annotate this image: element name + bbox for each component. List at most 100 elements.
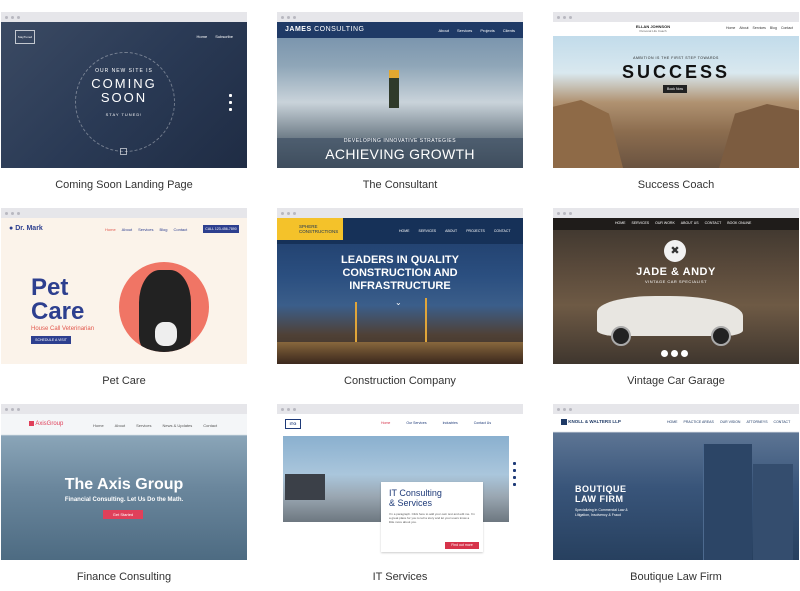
template-caption[interactable]: Boutique Law Firm xyxy=(553,570,799,584)
instagram-icon xyxy=(681,350,688,357)
brand-name: KNOLL & WALTERS LLP xyxy=(568,419,621,425)
site-nav: HOME PRACTICE AREAS OUR VISION ATTORNEYS… xyxy=(667,420,790,424)
site-nav: HOME SERVICES ABOUT PROJECTS CONTACT xyxy=(399,229,511,233)
skyscraper xyxy=(753,464,793,560)
template-preview[interactable]: JAMES CONSULTING About Services Projects… xyxy=(277,12,523,168)
nav-item: SERVICES xyxy=(631,221,650,225)
template-preview[interactable]: StayTuned Home Subscribe OUR NEW SITE IS… xyxy=(1,12,247,168)
template-card-pet-care[interactable]: ● Dr. Mark Home About Services Blog Cont… xyxy=(1,208,247,388)
template-preview[interactable]: AxisGroup Home About Services News & Upd… xyxy=(1,404,247,560)
nav-item: Services xyxy=(136,423,152,428)
book-now-button: Book Now xyxy=(663,85,687,93)
site-nav: HOME SERVICES OUR WORK ABOUT US CONTACT … xyxy=(615,221,751,225)
template-preview[interactable]: ● Dr. Mark Home About Services Blog Cont… xyxy=(1,208,247,364)
headline-line: Pet xyxy=(31,274,69,301)
nav-item: Clients xyxy=(502,28,515,33)
phone-button: CALL 123-456-7890 xyxy=(203,225,239,233)
template-caption[interactable]: Coming Soon Landing Page xyxy=(1,178,247,192)
template-preview[interactable]: ITG Home Our Services Industries Contact… xyxy=(277,404,523,560)
hero-sub: Financial Consulting. Let Us Do the Math… xyxy=(64,497,184,503)
hero-eyebrow: AMBITION IS THE FIRST STEP TOWARDS xyxy=(633,56,719,60)
card-title-line: & Services xyxy=(389,498,433,508)
headline-line: BOUTIQUE xyxy=(575,484,627,494)
browser-chrome xyxy=(553,208,799,218)
nav-item: Contact Us xyxy=(473,421,492,425)
nav-item: PRACTICE AREAS xyxy=(683,420,714,424)
brand: JAMES CONSULTING xyxy=(285,26,364,33)
find-out-more-button: Find out more xyxy=(445,542,479,549)
brand: ● Dr. Mark xyxy=(9,225,43,232)
template-preview[interactable]: ELLAN JOHNSON Personal Life Coach Home A… xyxy=(553,12,799,168)
laptop xyxy=(285,474,325,500)
crane-right xyxy=(425,298,427,342)
cliff-right xyxy=(719,104,799,168)
template-card-law-firm[interactable]: KNOLL & WALTERS LLP HOME PRACTICE AREAS … xyxy=(553,404,799,584)
nav-item: Home xyxy=(196,34,208,39)
template-card-construction[interactable]: SPHERE CONSTRUCTIONS HOME SERVICES ABOUT… xyxy=(277,208,523,388)
brand-name: Dr. Mark xyxy=(15,225,43,232)
brand-strong: JAMES xyxy=(285,26,312,33)
template-preview[interactable]: KNOLL & WALTERS LLP HOME PRACTICE AREAS … xyxy=(553,404,799,560)
site-preview: KNOLL & WALTERS LLP HOME PRACTICE AREAS … xyxy=(553,414,799,560)
facebook-icon xyxy=(661,350,668,357)
nav-item: CONTACT xyxy=(704,221,722,225)
nav-item: Home xyxy=(93,423,104,428)
template-caption[interactable]: Vintage Car Garage xyxy=(553,374,799,388)
brand: AxisGroup xyxy=(29,421,63,427)
nav-item: Projects xyxy=(480,28,495,33)
nav-item: SERVICES xyxy=(418,229,437,233)
site-nav: Home Our Services Industries Contact Us xyxy=(381,421,491,425)
pinterest-icon xyxy=(671,350,678,357)
browser-chrome xyxy=(277,208,523,218)
site-nav: Home Subscribe xyxy=(197,34,233,39)
hero-headline: ACHIEVING GROWTH xyxy=(325,146,475,162)
template-card-finance[interactable]: AxisGroup Home About Services News & Upd… xyxy=(1,404,247,584)
dog-chest xyxy=(155,322,177,346)
nav-item: CONTACT xyxy=(773,420,791,424)
city-lights xyxy=(277,342,523,364)
hero-headline: The Axis Group xyxy=(64,476,184,493)
nav-item: Contact xyxy=(203,423,218,428)
card-body: I'm a paragraph. Click here to add your … xyxy=(389,512,475,524)
site-preview: HOME SERVICES OUR WORK ABOUT US CONTACT … xyxy=(553,218,799,364)
nav-item: Contact xyxy=(173,227,188,232)
nav-item: Home xyxy=(726,26,736,30)
template-caption[interactable]: Pet Care xyxy=(1,374,247,388)
nav-item: News & Updates xyxy=(162,423,193,428)
logo: StayTuned xyxy=(15,30,35,44)
site-preview: ● Dr. Mark Home About Services Blog Cont… xyxy=(1,218,247,364)
template-caption[interactable]: Construction Company xyxy=(277,374,523,388)
social-icons xyxy=(661,350,688,357)
hero-eyebrow: DEVELOPING INNOVATIVE STRATEGIES xyxy=(343,138,457,144)
nav-item: HOME xyxy=(399,229,410,233)
template-caption[interactable]: Finance Consulting xyxy=(1,570,247,584)
hero-headline: LEADERS IN QUALITY CONSTRUCTION AND INFR… xyxy=(277,254,523,293)
template-card-vintage-garage[interactable]: HOME SERVICES OUR WORK ABOUT US CONTACT … xyxy=(553,208,799,388)
browser-chrome xyxy=(553,404,799,414)
nav-item: About xyxy=(121,227,133,232)
nav-item: HOME xyxy=(615,221,626,225)
template-card-consultant[interactable]: JAMES CONSULTING About Services Projects… xyxy=(277,12,523,192)
nav-item: Industries xyxy=(442,421,458,425)
template-card-coming-soon[interactable]: StayTuned Home Subscribe OUR NEW SITE IS… xyxy=(1,12,247,192)
nav-item: ABOUT US xyxy=(680,221,699,225)
template-caption[interactable]: IT Services xyxy=(277,570,523,584)
logo: ITG xyxy=(285,419,301,429)
sub-line: Litigation, Insolvency & Fraud xyxy=(575,513,621,517)
template-card-it-services[interactable]: ITG Home Our Services Industries Contact… xyxy=(277,404,523,584)
nav-item: OUR VISION xyxy=(719,420,741,424)
wrench-logo-icon: ✖ xyxy=(664,240,686,262)
template-caption[interactable]: The Consultant xyxy=(277,178,523,192)
kw-logo-icon xyxy=(561,419,567,425)
card-title-line: IT Consulting xyxy=(389,488,442,498)
template-preview[interactable]: HOME SERVICES OUR WORK ABOUT US CONTACT … xyxy=(553,208,799,364)
site-nav: Home About Services Blog Contact xyxy=(726,26,793,30)
brand-light: CONSULTING xyxy=(314,26,365,33)
template-card-success-coach[interactable]: ELLAN JOHNSON Personal Life Coach Home A… xyxy=(553,12,799,192)
headline-line: INFRASTRUCTURE xyxy=(349,280,451,292)
template-caption[interactable]: Success Coach xyxy=(553,178,799,192)
template-preview[interactable]: SPHERE CONSTRUCTIONS HOME SERVICES ABOUT… xyxy=(277,208,523,364)
hero-sub: House Call Veterinarian xyxy=(31,326,95,332)
nav-item: ATTORNEYS xyxy=(746,420,768,424)
scroll-icon xyxy=(120,148,127,155)
